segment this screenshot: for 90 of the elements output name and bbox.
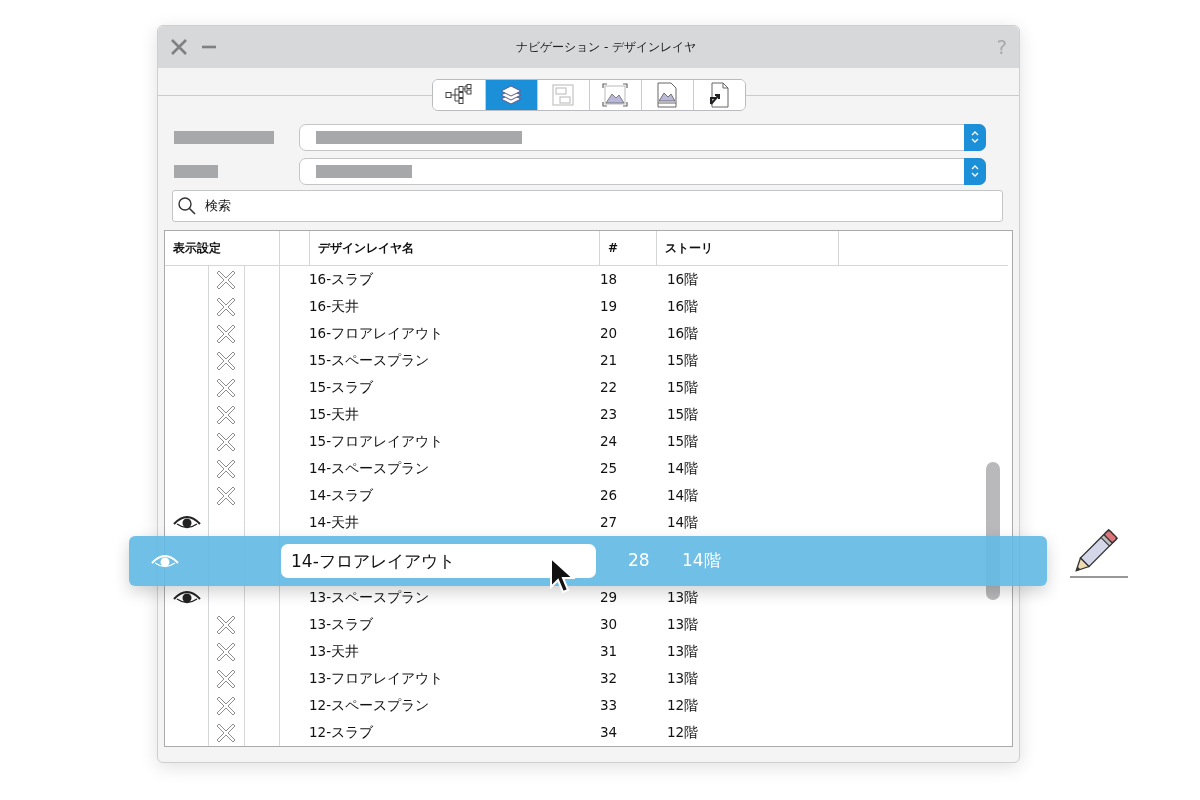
story-label: 15階	[666, 351, 700, 371]
search-icon	[177, 196, 197, 216]
row-number: 29	[600, 588, 619, 608]
floor-plan-icon	[551, 83, 575, 107]
layer-name[interactable]: 13-天井	[309, 638, 600, 665]
stepper-button[interactable]	[964, 157, 986, 185]
image-frame-icon	[602, 83, 628, 107]
close-icon[interactable]	[170, 38, 188, 56]
row-number: 20	[600, 324, 619, 344]
layer-name[interactable]: 12-スペースプラン	[309, 692, 600, 719]
story-label: 15階	[666, 405, 700, 425]
column-header[interactable]: #	[600, 231, 657, 265]
story-label: 12階	[666, 696, 700, 716]
layer-name[interactable]: 14-天井	[309, 509, 600, 536]
story-label: 15階	[666, 378, 700, 398]
search-input[interactable]: 検索	[203, 195, 1002, 217]
tree-diagram-icon	[444, 84, 473, 106]
hidden-x-icon[interactable]	[216, 269, 236, 290]
row-number: 22	[600, 378, 619, 398]
layer-name[interactable]: 13-スラブ	[309, 611, 600, 638]
row-number: 33	[600, 696, 619, 716]
row-number: 21	[600, 351, 619, 371]
view-tab[interactable]	[692, 80, 745, 110]
layer-name[interactable]: 13-スペースプラン	[309, 584, 600, 611]
document-image-icon	[656, 82, 678, 108]
layer-name[interactable]: 13-フロアレイアウト	[309, 665, 600, 692]
story-label: 13階	[666, 615, 700, 635]
dropdown-field[interactable]	[299, 157, 986, 185]
layer-name[interactable]: 15-スペースプラン	[309, 347, 600, 374]
row-number: 32	[600, 669, 619, 689]
layers-icon	[499, 83, 523, 107]
hidden-x-icon[interactable]	[216, 458, 236, 479]
dropdown-field[interactable]	[299, 123, 986, 151]
row-number: 27	[600, 513, 619, 533]
hidden-x-icon[interactable]	[216, 668, 236, 689]
eye-icon[interactable]	[172, 589, 201, 606]
story-label: 16階	[666, 270, 700, 290]
column-header[interactable]: デザインレイヤ名	[310, 231, 600, 265]
row-number: 19	[600, 297, 619, 317]
story-label: 15階	[666, 432, 700, 452]
hidden-x-icon[interactable]	[216, 485, 236, 506]
story-label: 12階	[666, 723, 700, 743]
story-label: 16階	[666, 324, 700, 344]
hidden-x-icon[interactable]	[216, 296, 236, 317]
layer-name[interactable]: 14-スペースプラン	[309, 455, 600, 482]
column-header[interactable]: 表示設定	[165, 231, 280, 265]
row-number: 30	[600, 615, 619, 635]
hidden-x-icon[interactable]	[216, 641, 236, 662]
row-number: 25	[600, 459, 619, 479]
hidden-x-icon[interactable]	[216, 404, 236, 425]
row-number: 34	[600, 723, 619, 743]
window-title: ナビゲーション - デザインレイヤ	[515, 39, 698, 56]
layer-name[interactable]: 15-フロアレイアウト	[309, 428, 600, 455]
row-number: 23	[600, 405, 619, 425]
search-field[interactable]: 検索	[172, 190, 1003, 222]
layer-name[interactable]: 16-フロアレイアウト	[309, 320, 600, 347]
redacted-label	[174, 164, 218, 178]
hidden-x-icon[interactable]	[216, 614, 236, 635]
row-number: 31	[600, 642, 619, 662]
eye-icon[interactable]	[172, 514, 201, 531]
story-label: 14階	[666, 513, 700, 533]
hidden-x-icon[interactable]	[216, 431, 236, 452]
layer-name[interactable]: 15-スラブ	[309, 374, 600, 401]
document-arrow-icon	[708, 82, 730, 108]
story-label: 13階	[666, 588, 700, 608]
layer-name[interactable]: 12-スラブ	[309, 719, 600, 746]
chevrons-icon	[970, 163, 980, 179]
row-number: 28	[627, 549, 651, 573]
story-label: 13階	[666, 642, 700, 662]
layer-name[interactable]: 14-スラブ	[309, 482, 600, 509]
layer-name[interactable]: 16-天井	[309, 293, 600, 320]
layer-name[interactable]: 15-天井	[309, 401, 600, 428]
row-number: 24	[600, 432, 619, 452]
hidden-x-icon[interactable]	[216, 323, 236, 344]
hidden-x-icon[interactable]	[216, 377, 236, 398]
hidden-x-icon[interactable]	[216, 722, 236, 743]
column-header[interactable]: ストーリ	[657, 231, 839, 265]
hidden-x-icon[interactable]	[216, 695, 236, 716]
story-label: 14階	[666, 459, 700, 479]
stepper-button[interactable]	[964, 123, 986, 151]
story-label: 16階	[666, 297, 700, 317]
name-input[interactable]: 14-フロアレイアウト	[281, 544, 596, 578]
layer-name[interactable]: 16-スラブ	[309, 266, 600, 293]
story-label: 14階	[666, 486, 700, 506]
story-label: 14階	[682, 549, 721, 573]
hidden-x-icon[interactable]	[216, 350, 236, 371]
story-label: 13階	[666, 669, 700, 689]
row-number: 18	[600, 270, 619, 290]
row-number: 26	[600, 486, 619, 506]
chevrons-icon	[970, 129, 980, 145]
